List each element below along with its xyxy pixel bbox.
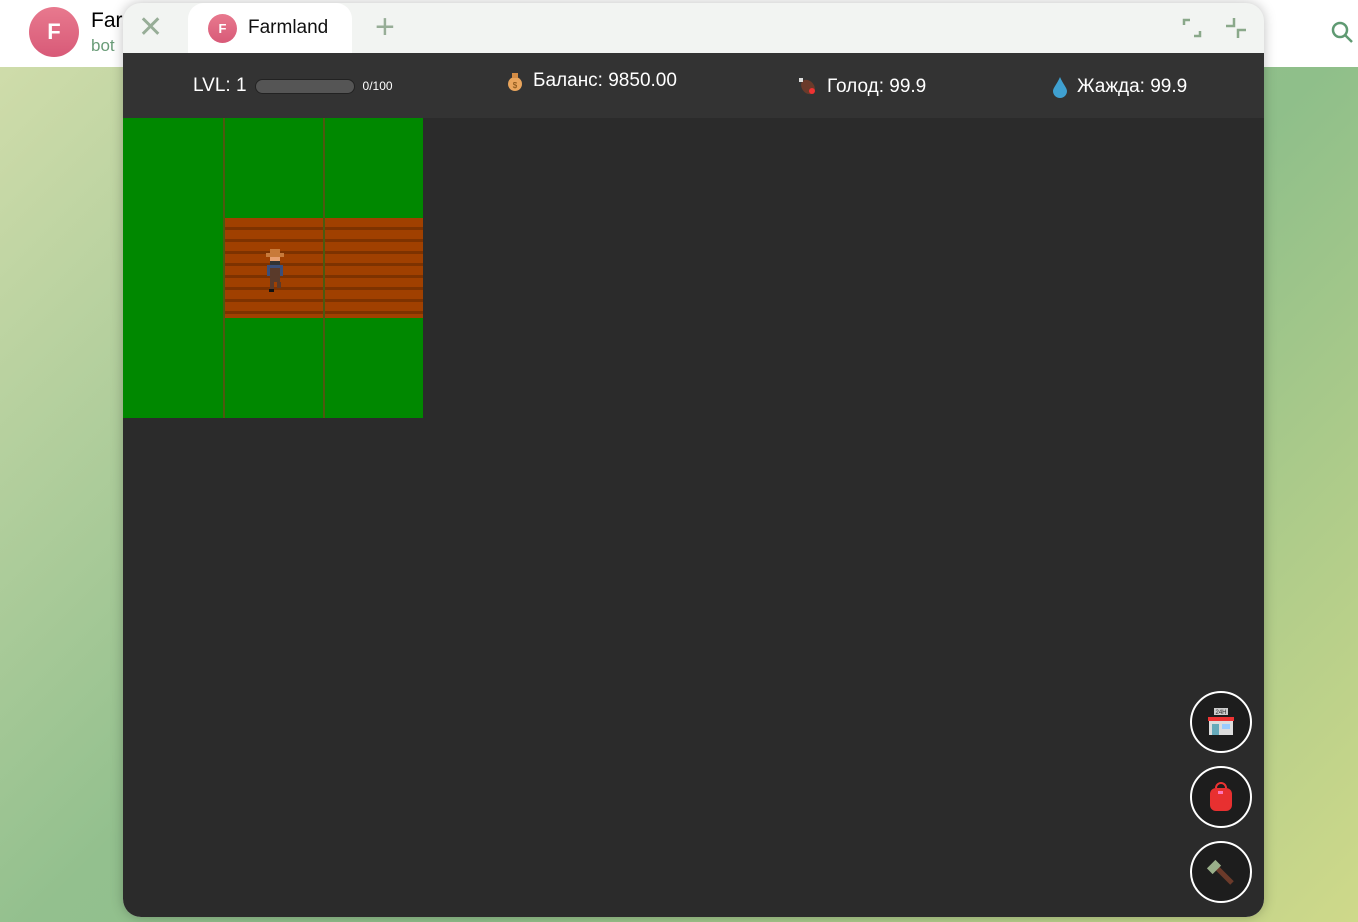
backpack-icon	[1210, 782, 1232, 811]
build-button[interactable]	[1190, 841, 1252, 903]
tab-avatar: F	[208, 13, 237, 43]
xp-bar	[254, 78, 355, 94]
chat-subtitle: bot	[91, 36, 115, 55]
minimize-window-icon[interactable]	[1181, 17, 1203, 39]
balance: $ Баланс: 9850.00	[505, 70, 677, 92]
hunger-text: Голод: 99.9	[827, 76, 927, 97]
field-tile-grass[interactable]	[223, 318, 323, 418]
mini-app-window: ✕ F Farmland + LVL: 1 0/100 $ Баланс: 98…	[123, 3, 1264, 917]
water-drop-icon	[1053, 77, 1067, 98]
money-bag-icon: $	[508, 73, 522, 91]
chat-title[interactable]: Far	[91, 9, 123, 33]
svg-text:$: $	[513, 81, 518, 90]
level-indicator: LVL: 1 0/100	[193, 75, 393, 97]
hunger: Голод: 99.9	[797, 76, 926, 98]
shop-button[interactable]: 24H	[1190, 691, 1252, 753]
chat-avatar[interactable]: F	[29, 7, 79, 57]
hammer-icon	[1206, 859, 1234, 885]
field-tile-grass[interactable]	[323, 118, 423, 218]
tab-farmland[interactable]: F Farmland	[188, 3, 352, 53]
xp-text: 0/100	[362, 79, 393, 93]
convenience-store-icon: 24H	[1208, 708, 1234, 735]
svg-text:24H: 24H	[1215, 710, 1226, 716]
hud: LVL: 1 0/100 $ Баланс: 9850.00 Голод: 99…	[123, 53, 1264, 118]
new-tab-icon[interactable]: +	[375, 10, 395, 44]
tab-label: Farmland	[248, 17, 329, 38]
field-tile-grass[interactable]	[123, 318, 223, 418]
field-tile-grass[interactable]	[123, 118, 223, 218]
meat-icon	[799, 78, 815, 95]
field-tile-grass[interactable]	[123, 218, 223, 318]
inventory-button[interactable]	[1190, 766, 1252, 828]
farmer-character	[266, 249, 284, 292]
search-icon[interactable]	[1330, 20, 1354, 44]
level-label: LVL: 1	[193, 75, 247, 96]
field-tile-soil[interactable]	[323, 218, 423, 318]
balance-text: Баланс: 9850.00	[533, 70, 677, 91]
thirst: Жажда: 99.9	[1051, 76, 1187, 98]
field-tile-grass[interactable]	[323, 318, 423, 418]
field-tile-grass[interactable]	[223, 118, 323, 218]
close-icon[interactable]: ✕	[138, 13, 163, 43]
collapse-icon[interactable]	[1225, 17, 1247, 39]
game-area[interactable]: LVL: 1 0/100 $ Баланс: 9850.00 Голод: 99…	[123, 53, 1264, 917]
thirst-text: Жажда: 99.9	[1077, 76, 1188, 97]
